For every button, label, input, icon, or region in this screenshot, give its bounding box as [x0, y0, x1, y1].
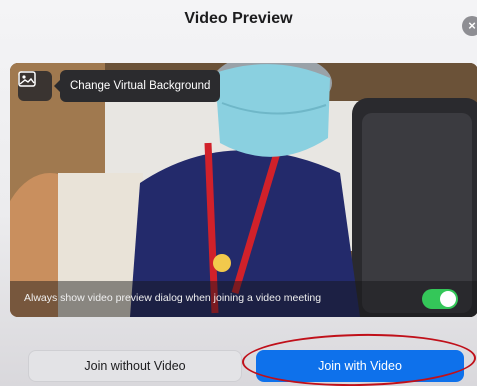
- close-icon: ×: [468, 18, 476, 33]
- dialog-title: Video Preview: [184, 10, 293, 27]
- image-icon: [18, 71, 36, 87]
- close-button[interactable]: ×: [462, 16, 477, 36]
- virtual-background-tooltip: Change Virtual Background: [53, 70, 221, 102]
- virtual-background-button[interactable]: [18, 71, 52, 101]
- video-preview-dialog: Video Preview × Change Virtual Backgroun…: [0, 0, 477, 386]
- always-show-toggle[interactable]: [422, 289, 458, 309]
- toggle-knob: [440, 291, 456, 307]
- always-show-label: Always show video preview dialog when jo…: [24, 292, 322, 304]
- always-show-option-bar: Always show video preview dialog when jo…: [10, 281, 477, 317]
- join-without-video-button[interactable]: Join without Video: [28, 350, 242, 382]
- camera-preview: Change Virtual Background Always show vi…: [10, 63, 477, 317]
